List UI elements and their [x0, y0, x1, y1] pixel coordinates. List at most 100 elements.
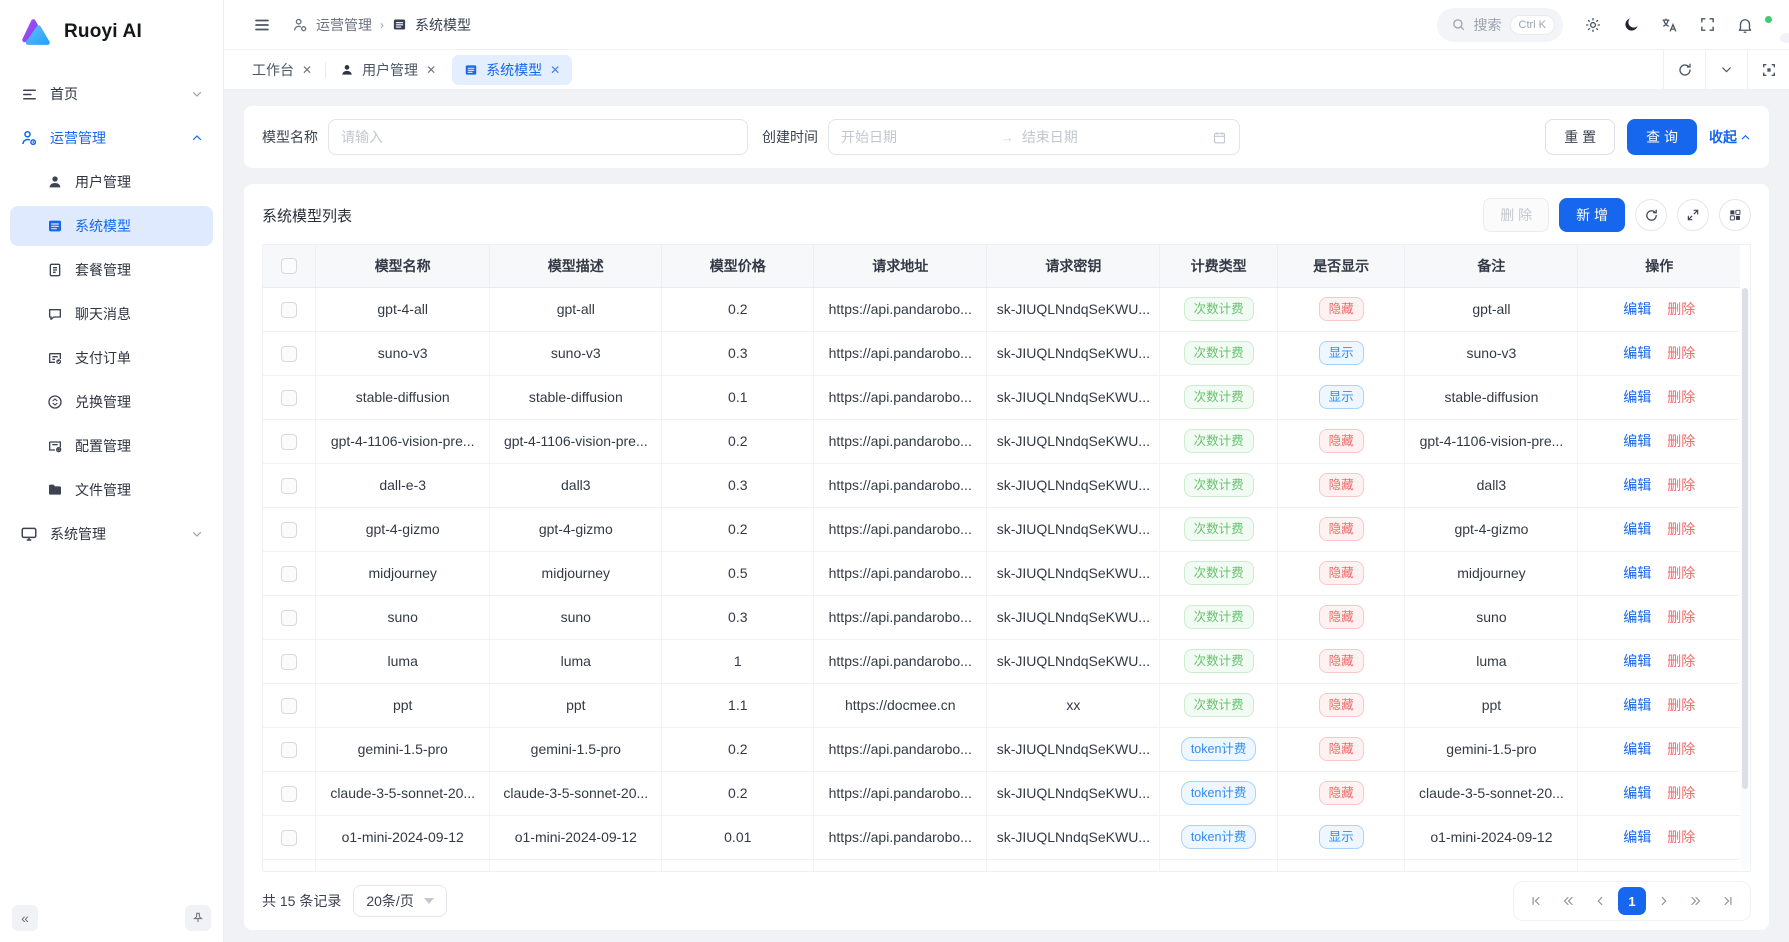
row-checkbox[interactable]	[281, 610, 297, 626]
sidebar-item-package-mgmt[interactable]: 套餐管理	[10, 250, 213, 290]
delete-link[interactable]: 删除	[1667, 345, 1695, 361]
tab-workbench[interactable]: 工作台 ✕	[240, 55, 324, 85]
delete-link[interactable]: 删除	[1667, 829, 1695, 845]
sidebar-item-home[interactable]: 首页	[10, 74, 213, 114]
delete-link[interactable]: 删除	[1667, 477, 1695, 493]
sidebar-item-exchange-mgmt[interactable]: 兑换管理	[10, 382, 213, 422]
model-name-input[interactable]	[328, 119, 748, 155]
edit-link[interactable]: 编辑	[1623, 477, 1651, 493]
delete-link[interactable]: 删除	[1667, 609, 1695, 625]
cell-billing-type: 次数计费	[1160, 639, 1277, 683]
global-search[interactable]: 搜索 Ctrl K	[1437, 8, 1564, 42]
sidebar-item-payment-orders[interactable]: 支付订单	[10, 338, 213, 378]
sidebar-item-system-mgmt[interactable]: 系统管理	[10, 514, 213, 554]
delete-link[interactable]: 删除	[1667, 521, 1695, 537]
edit-link[interactable]: 编辑	[1623, 785, 1651, 801]
bell-icon[interactable]	[1729, 9, 1761, 41]
sidebar-item-user-mgmt[interactable]: 用户管理	[10, 162, 213, 202]
current-page[interactable]: 1	[1618, 887, 1646, 915]
refresh-icon[interactable]	[1663, 50, 1705, 89]
row-checkbox[interactable]	[281, 302, 297, 318]
edit-link[interactable]: 编辑	[1623, 301, 1651, 317]
row-checkbox[interactable]	[281, 566, 297, 582]
row-checkbox[interactable]	[281, 698, 297, 714]
row-checkbox[interactable]	[281, 346, 297, 362]
cell-actions: 编辑删除	[1578, 639, 1740, 683]
delete-link[interactable]: 删除	[1667, 697, 1695, 713]
logo[interactable]: Ruoyi AI	[0, 0, 223, 64]
pin-icon[interactable]	[185, 905, 211, 931]
column-settings-icon[interactable]	[1719, 199, 1751, 231]
row-checkbox[interactable]	[281, 654, 297, 670]
translate-icon[interactable]	[1653, 9, 1685, 41]
sidebar-item-file-mgmt[interactable]: 文件管理	[10, 470, 213, 510]
edit-link[interactable]: 编辑	[1623, 565, 1651, 581]
collapse-sidebar-button[interactable]: «	[12, 905, 38, 931]
delete-link[interactable]: 删除	[1667, 301, 1695, 317]
close-icon[interactable]: ✕	[550, 63, 560, 77]
select-all-checkbox[interactable]	[281, 258, 297, 274]
close-icon[interactable]: ✕	[302, 63, 312, 77]
query-button[interactable]: 查 询	[1627, 119, 1697, 155]
delete-link[interactable]: 删除	[1667, 741, 1695, 757]
edit-link[interactable]: 编辑	[1623, 741, 1651, 757]
edit-link[interactable]: 编辑	[1623, 697, 1651, 713]
list-box-icon	[46, 218, 63, 235]
gear-icon[interactable]	[1577, 9, 1609, 41]
prev-group-button[interactable]	[1554, 887, 1582, 915]
edit-link[interactable]: 编辑	[1623, 433, 1651, 449]
delete-button[interactable]: 删 除	[1483, 198, 1549, 232]
expand-icon[interactable]	[1677, 199, 1709, 231]
row-checkbox[interactable]	[281, 390, 297, 406]
fullscreen-icon[interactable]	[1691, 9, 1723, 41]
sidebar-item-system-model[interactable]: 系统模型	[10, 206, 213, 246]
close-icon[interactable]: ✕	[426, 63, 436, 77]
last-page-button[interactable]	[1714, 887, 1742, 915]
delete-link[interactable]: 删除	[1667, 389, 1695, 405]
first-page-button[interactable]	[1522, 887, 1550, 915]
date-range-input[interactable]: 开始日期 → 结束日期	[828, 119, 1240, 155]
moon-icon[interactable]	[1615, 9, 1647, 41]
row-checkbox[interactable]	[281, 522, 297, 538]
hamburger-icon[interactable]	[246, 9, 278, 41]
sidebar-item-label: 系统管理	[50, 524, 106, 544]
row-checkbox[interactable]	[281, 434, 297, 450]
chevron-down-icon[interactable]	[1705, 50, 1747, 89]
row-checkbox[interactable]	[281, 830, 297, 846]
focus-mode-icon[interactable]	[1747, 50, 1789, 89]
scrollbar-thumb[interactable]	[1742, 288, 1748, 789]
cell-model-price: 0.2	[662, 771, 814, 815]
cell-remark: claude-3-5-sonnet-20...	[1405, 771, 1578, 815]
delete-link[interactable]: 删除	[1667, 433, 1695, 449]
edit-link[interactable]: 编辑	[1623, 653, 1651, 669]
reset-button[interactable]: 重 置	[1545, 119, 1615, 155]
tab-user-mgmt[interactable]: 用户管理 ✕	[328, 55, 448, 85]
next-page-button[interactable]	[1650, 887, 1678, 915]
edit-link[interactable]: 编辑	[1623, 609, 1651, 625]
delete-link[interactable]: 删除	[1667, 565, 1695, 581]
edit-link[interactable]: 编辑	[1623, 829, 1651, 845]
refresh-icon[interactable]	[1635, 199, 1667, 231]
row-checkbox[interactable]	[281, 478, 297, 494]
sidebar-item-operations[interactable]: 运营管理	[10, 118, 213, 158]
breadcrumb-item[interactable]: 运营管理	[316, 15, 372, 35]
chat-bubble-icon	[46, 306, 63, 323]
delete-link[interactable]: 删除	[1667, 785, 1695, 801]
collapse-filter-link[interactable]: 收起	[1709, 127, 1751, 147]
edit-link[interactable]: 编辑	[1623, 345, 1651, 361]
tab-system-model[interactable]: 系统模型 ✕	[452, 55, 572, 85]
sidebar-item-label: 套餐管理	[75, 260, 131, 280]
sidebar-item-config-mgmt[interactable]: 配置管理	[10, 426, 213, 466]
row-checkbox[interactable]	[281, 742, 297, 758]
page-size-select[interactable]: 20条/页	[353, 885, 446, 917]
sidebar-item-chat-messages[interactable]: 聊天消息	[10, 294, 213, 334]
edit-link[interactable]: 编辑	[1623, 389, 1651, 405]
edit-link[interactable]: 编辑	[1623, 521, 1651, 537]
next-group-button[interactable]	[1682, 887, 1710, 915]
row-checkbox[interactable]	[281, 786, 297, 802]
add-button[interactable]: 新 增	[1559, 198, 1625, 232]
delete-link[interactable]: 删除	[1667, 653, 1695, 669]
prev-page-button[interactable]	[1586, 887, 1614, 915]
row-checkbox-cell	[263, 595, 316, 639]
data-table: 模型名称 模型描述 模型价格 请求地址 请求密钥 计费类型 是否显示 备注 操作	[263, 245, 1740, 872]
